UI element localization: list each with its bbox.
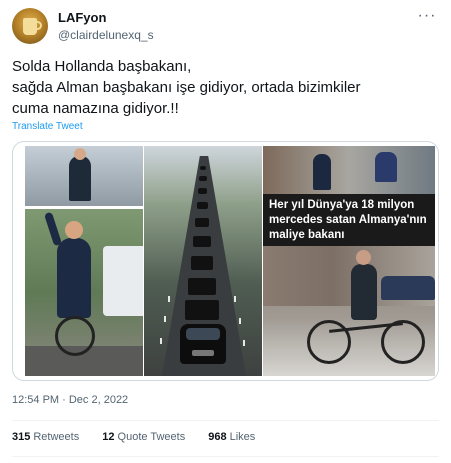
- more-options-icon[interactable]: ···: [417, 8, 437, 28]
- image-caption: Her yıl Dünya'ya 18 milyon mercedes sata…: [269, 198, 427, 243]
- retweets-stat[interactable]: 315 Retweets: [12, 431, 79, 443]
- tweet-stats: 315 Retweets 12 Quote Tweets 968 Likes: [12, 431, 275, 447]
- media-panel-left: [25, 146, 143, 376]
- retweets-label: Retweets: [33, 431, 80, 443]
- convoy-car: [195, 218, 209, 227]
- tweet-timestamp[interactable]: 12:54 PM · Dec 2, 2022: [12, 394, 128, 406]
- avatar-mug-handle-shape: [36, 21, 42, 30]
- tweet-header: LAFyon @clairdelunexq_s ···: [12, 8, 439, 48]
- divider: [12, 420, 439, 421]
- quote-tweets-stat[interactable]: 12 Quote Tweets: [102, 431, 185, 443]
- tweet-text-line-1: Solda Hollanda başbakanı,: [12, 58, 192, 75]
- convoy-car: [200, 166, 206, 170]
- likes-count: 968: [208, 431, 227, 443]
- convoy-car: [188, 278, 216, 295]
- tweet-text: Solda Hollanda başbakanı, sağda Alman ba…: [12, 56, 439, 119]
- bicycle-wheel: [307, 320, 351, 364]
- quote-tweets-count: 12: [102, 431, 115, 443]
- figure-walking: [69, 156, 91, 201]
- convoy-car: [193, 236, 211, 247]
- image-caption-line-1: Her yıl Dünya'ya 18 milyon: [269, 199, 415, 211]
- likes-stat[interactable]: 968 Likes: [208, 431, 255, 443]
- divider: [12, 456, 439, 457]
- van-shape: [103, 246, 143, 316]
- figure-cyclist-small: [375, 152, 397, 182]
- tweet-media-image[interactable]: Her yıl Dünya'ya 18 milyon mercedes sata…: [12, 141, 439, 381]
- convoy-car: [199, 176, 207, 181]
- bicycle-wheel: [381, 320, 425, 364]
- media-panel-middle: [144, 146, 262, 376]
- figure-cyclist: [57, 238, 91, 318]
- figure-standing: [313, 154, 331, 190]
- translate-tweet-link[interactable]: Translate Tweet: [12, 121, 83, 132]
- tweet-text-line-2: sağda Alman başbakanı işe gidiyor, ortad…: [12, 79, 361, 96]
- media-panel-right: Her yıl Dünya'ya 18 milyon mercedes sata…: [263, 146, 435, 376]
- convoy-car: [197, 202, 208, 209]
- likes-label: Likes: [229, 431, 256, 443]
- author-avatar[interactable]: [12, 8, 48, 44]
- convoy-car: [191, 256, 213, 270]
- tweet-text-line-3: cuma namazına gidiyor.!!: [12, 100, 179, 117]
- quote-tweets-label: Quote Tweets: [117, 431, 186, 443]
- parked-car: [381, 276, 435, 300]
- bicycle-wheel: [55, 316, 95, 356]
- image-caption-line-2: mercedes satan Almanya'nın: [269, 214, 427, 226]
- convoy-car: [185, 300, 219, 320]
- convoy-car: [198, 188, 207, 194]
- avatar-mug-shape: [23, 18, 37, 35]
- lead-car: [180, 324, 226, 364]
- image-caption-line-3: maliye bakanı: [269, 229, 345, 241]
- author-handle[interactable]: @clairdelunexq_s: [58, 28, 154, 42]
- figure-cyclist-right: [351, 264, 377, 320]
- author-display-name[interactable]: LAFyon: [58, 10, 106, 25]
- retweets-count: 315: [12, 431, 31, 443]
